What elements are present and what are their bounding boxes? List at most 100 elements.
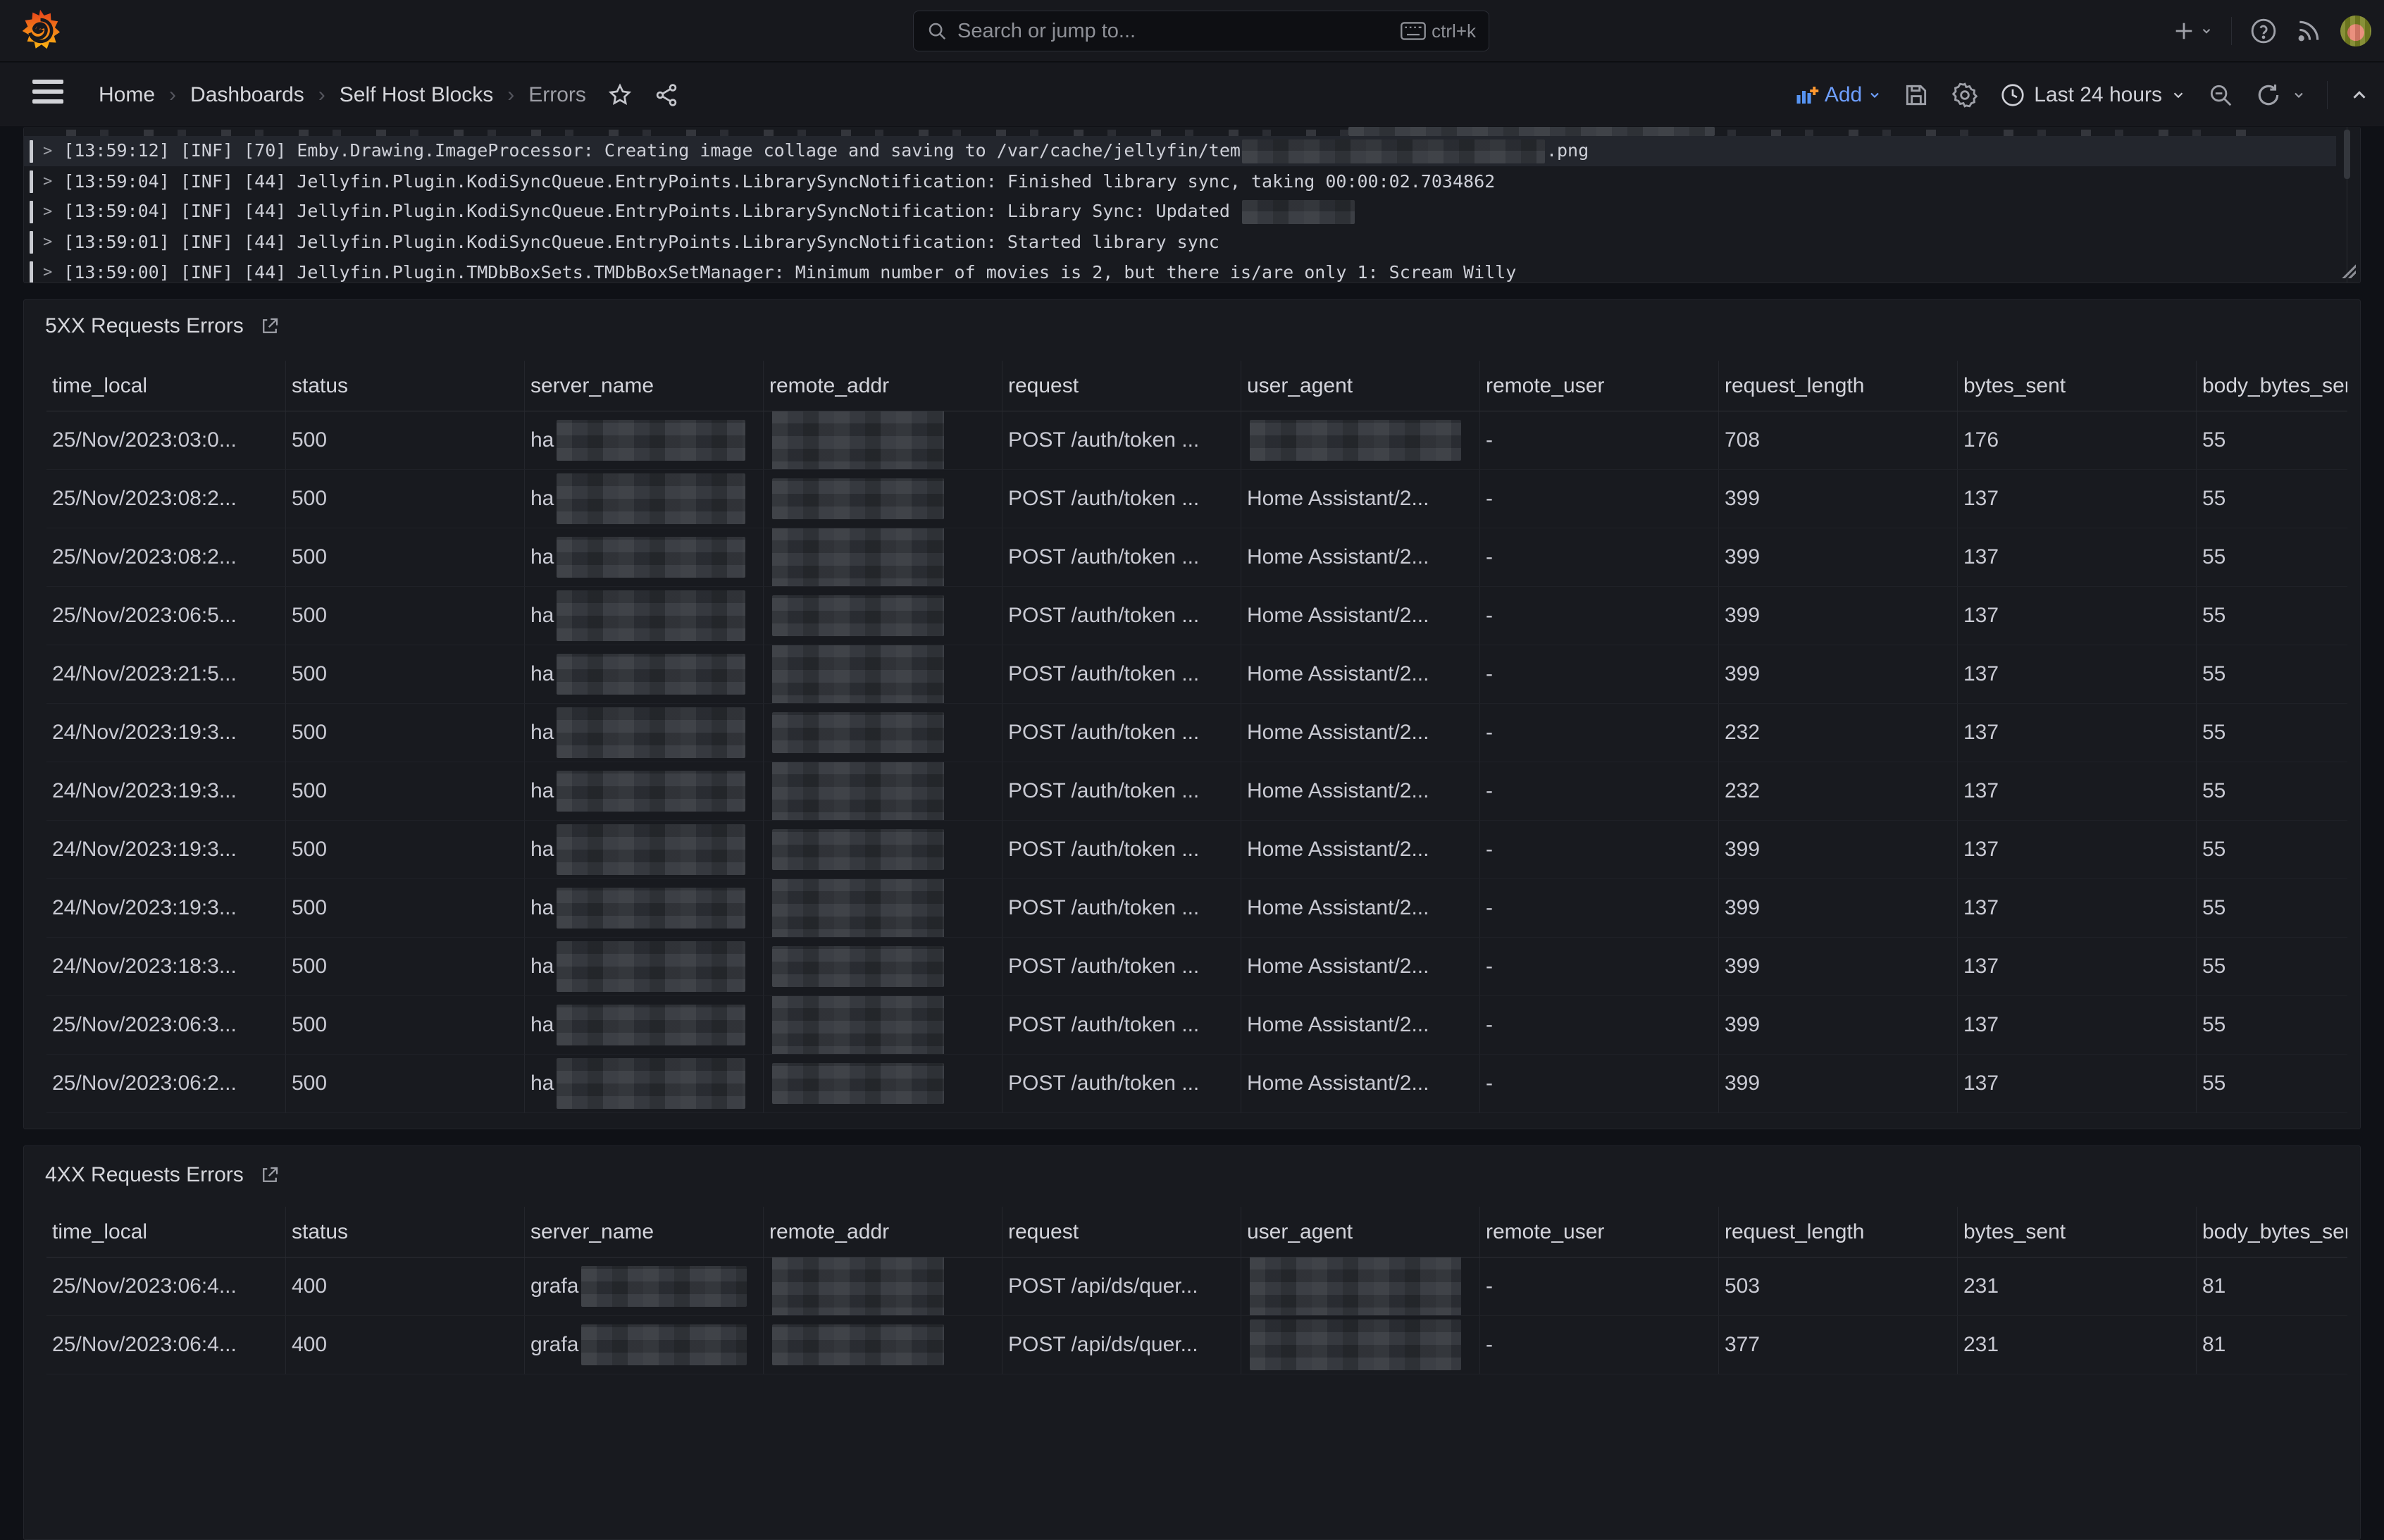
table-row: 24/Nov/2023:19:3...500haPOST /auth/token…: [46, 879, 2347, 938]
column-header-server_name[interactable]: server_name: [524, 361, 763, 411]
table-cell: [1241, 1316, 1479, 1374]
column-header-user_agent[interactable]: user_agent: [1241, 1207, 1479, 1258]
table-cell: grafa: [524, 1258, 763, 1316]
column-header-bytes_sent[interactable]: bytes_sent: [1957, 1207, 2196, 1258]
table-cell: -: [1479, 938, 1718, 996]
time-range-picker[interactable]: Last 24 hours: [2000, 82, 2186, 108]
table-cell: 231: [1957, 1258, 2196, 1316]
save-dashboard-button[interactable]: [1903, 82, 1930, 108]
collapse-controls-button[interactable]: [2349, 85, 2370, 106]
redacted-block: [772, 996, 944, 1055]
column-header-remote_user[interactable]: remote_user: [1479, 1207, 1718, 1258]
table-cell: 232: [1718, 704, 1957, 762]
add-button[interactable]: Add: [1794, 82, 1882, 108]
table-cell: [763, 1055, 1002, 1113]
table-cell: [763, 704, 1002, 762]
table-cell: 55: [2196, 879, 2347, 938]
table-cell: [1241, 1258, 1479, 1316]
news-button[interactable]: [2295, 18, 2322, 44]
log-expand-chevron-icon[interactable]: >: [43, 233, 52, 251]
breadcrumb-home[interactable]: Home: [99, 83, 155, 107]
redacted-block: [1242, 139, 1545, 163]
table-cell: Home Assistant/2...: [1241, 938, 1479, 996]
column-header-remote_addr[interactable]: remote_addr: [763, 361, 1002, 411]
column-header-status[interactable]: status: [285, 361, 524, 411]
redacted-block: [772, 879, 944, 938]
table-cell: 377: [1718, 1316, 1957, 1374]
share-button[interactable]: [654, 82, 679, 108]
column-header-time_local[interactable]: time_local: [46, 1207, 285, 1258]
column-header-status[interactable]: status: [285, 1207, 524, 1258]
help-button[interactable]: [2250, 18, 2277, 44]
log-scrollbar-thumb[interactable]: [2344, 130, 2350, 179]
table-cell: 399: [1718, 587, 1957, 645]
column-header-server_name[interactable]: server_name: [524, 1207, 763, 1258]
column-header-request[interactable]: request: [1002, 1207, 1241, 1258]
breadcrumb-self-host-blocks[interactable]: Self Host Blocks: [340, 83, 493, 107]
table-cell: 55: [2196, 645, 2347, 704]
table-cell: [763, 821, 1002, 879]
external-link-icon[interactable]: [259, 1165, 280, 1186]
log-level-stripe: [30, 170, 33, 193]
log-expand-chevron-icon[interactable]: >: [43, 203, 52, 221]
log-message: [13:59:12] [INF] [70] Emby.Drawing.Image…: [63, 139, 1589, 163]
table-cell: [763, 938, 1002, 996]
table-cell: ha: [524, 587, 763, 645]
add-panel-icon: [1794, 82, 1819, 108]
table-cell: 500: [285, 879, 524, 938]
redacted-block: [557, 654, 745, 695]
panel-resize-handle[interactable]: [2340, 263, 2356, 278]
column-header-user_agent[interactable]: user_agent: [1241, 361, 1479, 411]
log-level-stripe: [30, 140, 33, 163]
log-expand-chevron-icon[interactable]: >: [43, 173, 52, 190]
table-header-row: time_localstatusserver_nameremote_addrre…: [46, 1207, 2347, 1258]
panel-header[interactable]: 4XX Requests Errors: [45, 1163, 280, 1187]
breadcrumb-dashboards[interactable]: Dashboards: [190, 83, 304, 107]
log-row: >[13:59:00] [INF] [44] Jellyfin.Plugin.T…: [24, 257, 2360, 283]
table-cell: 55: [2196, 470, 2347, 528]
log-expand-chevron-icon[interactable]: >: [43, 263, 52, 281]
column-header-request_length[interactable]: request_length: [1718, 1207, 1957, 1258]
table-cell: 399: [1718, 470, 1957, 528]
table-cell: -: [1479, 762, 1718, 821]
panel-header[interactable]: 5XX Requests Errors: [45, 314, 280, 338]
grafana-logo[interactable]: [17, 7, 63, 55]
column-header-request_length[interactable]: request_length: [1718, 361, 1957, 411]
column-header-body_bytes_sent[interactable]: body_bytes_sent: [2196, 1207, 2347, 1258]
menu-toggle[interactable]: [32, 80, 63, 108]
redacted-block: [581, 1266, 747, 1307]
dashboard-settings-button[interactable]: [1951, 81, 1979, 109]
table-cell: ha: [524, 938, 763, 996]
table-cell: -: [1479, 1316, 1718, 1374]
new-button[interactable]: [2172, 19, 2213, 43]
table-cell: 137: [1957, 879, 2196, 938]
zoom-out-button[interactable]: [2207, 82, 2234, 108]
table-cell: 25/Nov/2023:06:4...: [46, 1316, 285, 1374]
column-header-time_local[interactable]: time_local: [46, 361, 285, 411]
column-header-remote_user[interactable]: remote_user: [1479, 361, 1718, 411]
table-cell: POST /auth/token ...: [1002, 528, 1241, 587]
table-cell: 25/Nov/2023:08:2...: [46, 470, 285, 528]
redacted-block: [772, 829, 944, 870]
log-expand-chevron-icon[interactable]: >: [43, 142, 52, 160]
column-header-bytes_sent[interactable]: bytes_sent: [1957, 361, 2196, 411]
log-row: >[13:59:04] [INF] [44] Jellyfin.Plugin.K…: [24, 197, 2360, 227]
search-input[interactable]: Search or jump to... ctrl+k: [913, 11, 1489, 51]
table-cell: 708: [1718, 411, 1957, 470]
table-cell: 500: [285, 996, 524, 1055]
column-header-request[interactable]: request: [1002, 361, 1241, 411]
avatar[interactable]: [2340, 15, 2371, 46]
table-cell: 400: [285, 1258, 524, 1316]
redacted-block: [772, 411, 944, 470]
refresh-button[interactable]: [2255, 82, 2306, 108]
divider: [2327, 81, 2328, 109]
question-circle-icon: [2250, 18, 2277, 44]
redacted-block: [772, 1324, 944, 1365]
column-header-body_bytes_sent[interactable]: body_bytes_sent: [2196, 361, 2347, 411]
column-header-remote_addr[interactable]: remote_addr: [763, 1207, 1002, 1258]
plus-icon: [2172, 19, 2196, 43]
table-cell: 399: [1718, 528, 1957, 587]
redacted-block: [557, 590, 745, 641]
favorite-star-button[interactable]: [607, 82, 633, 108]
external-link-icon[interactable]: [259, 316, 280, 337]
